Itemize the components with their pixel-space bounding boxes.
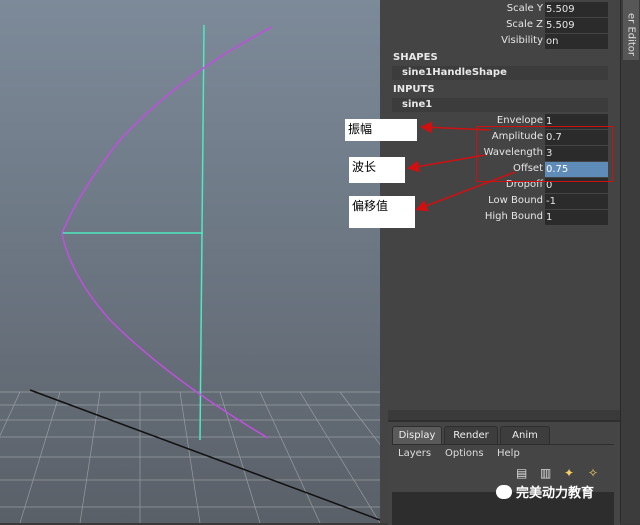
- annotation-offset: 偏移值: [349, 196, 415, 228]
- attribute-editor-empty-area: [388, 240, 620, 410]
- tab-render[interactable]: Render: [444, 426, 498, 445]
- attr-label: Envelope: [496, 115, 543, 126]
- attr-field-visibility[interactable]: on: [545, 34, 608, 49]
- attr-label: Scale Z: [506, 19, 543, 30]
- attr-field-low-bound[interactable]: -1: [545, 194, 608, 209]
- attr-row-scale-y: Scale Y 5.509: [388, 2, 620, 18]
- new-layer-selected-icon[interactable]: ▥: [540, 466, 551, 480]
- panel-divider[interactable]: [380, 0, 388, 523]
- watermark: 完美动力教育: [496, 482, 594, 501]
- right-tab-strip: er Editor: [620, 0, 640, 523]
- ground-grid: [0, 391, 380, 523]
- attr-field-scale-z[interactable]: 5.509: [545, 18, 608, 33]
- tab-underline: [392, 444, 614, 445]
- attr-label: Low Bound: [488, 195, 543, 206]
- tab-anim[interactable]: Anim: [500, 426, 550, 445]
- move-down-icon[interactable]: ✧: [588, 466, 598, 480]
- menu-layers[interactable]: Layers: [398, 448, 431, 459]
- attr-label: Scale Y: [506, 3, 543, 14]
- section-shapes[interactable]: SHAPES: [388, 50, 620, 66]
- highlight-box: [476, 126, 613, 182]
- attr-row-scale-z: Scale Z 5.509: [388, 18, 620, 34]
- watermark-text: 完美动力教育: [516, 486, 595, 501]
- viewport-3d[interactable]: [0, 0, 380, 523]
- attr-field-scale-y[interactable]: 5.509: [545, 2, 608, 17]
- attr-label: Visibility: [501, 35, 543, 46]
- attr-field-high-bound[interactable]: 1: [545, 210, 608, 225]
- viewport-scene: [0, 24, 380, 523]
- menu-options[interactable]: Options: [445, 448, 484, 459]
- layer-editor: Display Render Anim Layers Options Help …: [388, 420, 620, 525]
- ground-axes: [29, 389, 380, 521]
- attr-row-low-bound: Low Bound -1: [388, 194, 620, 210]
- section-inputs[interactable]: INPUTS: [388, 82, 620, 98]
- attr-row-visibility: Visibility on: [388, 34, 620, 50]
- annotation-amplitude: 振幅: [345, 119, 417, 141]
- annotation-wavelength: 波长: [349, 157, 405, 183]
- sine-handle: [62, 24, 205, 441]
- attribute-editor: Scale Y 5.509 Scale Z 5.509 Visibility o…: [388, 0, 620, 240]
- menu-help[interactable]: Help: [497, 448, 520, 459]
- node-sine1[interactable]: sine1: [392, 98, 608, 112]
- wechat-icon: [496, 484, 512, 499]
- move-up-icon[interactable]: ✦: [564, 466, 574, 480]
- new-layer-icon[interactable]: ▤: [516, 466, 527, 480]
- node-sine1-handle-shape[interactable]: sine1HandleShape: [392, 66, 608, 80]
- attr-label: High Bound: [484, 211, 543, 222]
- tab-display[interactable]: Display: [392, 426, 442, 445]
- attribute-editor-tab[interactable]: er Editor: [623, 0, 639, 60]
- attr-row-high-bound: High Bound 1: [388, 210, 620, 226]
